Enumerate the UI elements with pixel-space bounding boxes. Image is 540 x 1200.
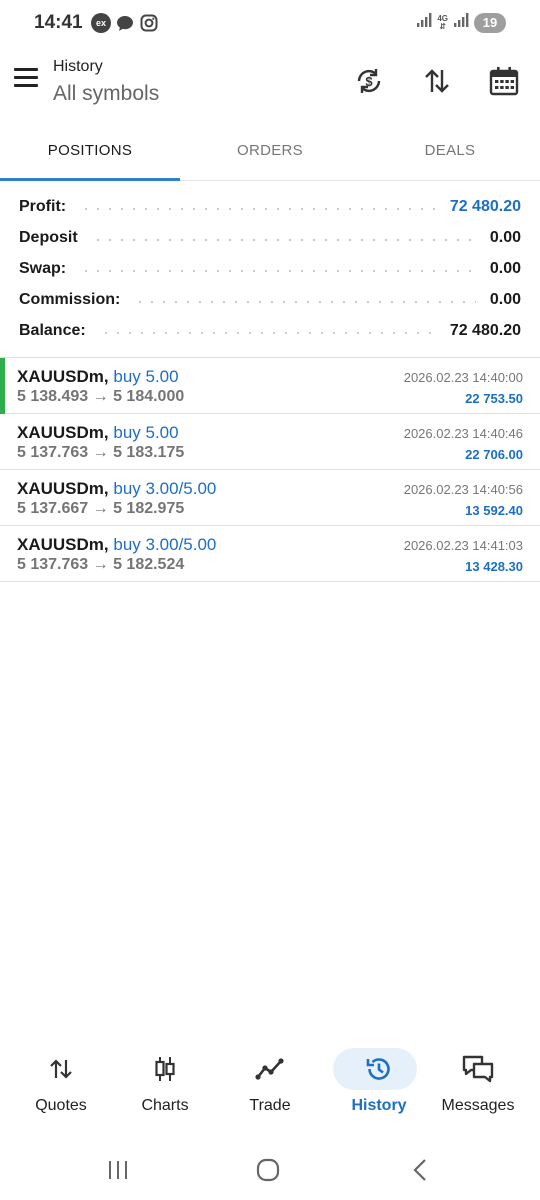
deal-profit: 22 753.50: [465, 391, 523, 406]
deal-symbol-line: XAUUSDm, buy 5.00: [17, 423, 179, 443]
home-icon[interactable]: [248, 1156, 288, 1184]
tab-positions[interactable]: POSITIONS: [0, 120, 180, 181]
back-icon[interactable]: [400, 1156, 440, 1184]
bottom-navigation: Quotes Charts Trade History Messages: [0, 1040, 540, 1130]
deal-symbol: XAUUSDm,: [17, 423, 109, 442]
profit-label: Profit:: [19, 198, 67, 216]
deal-symbol: XAUUSDm,: [17, 367, 109, 386]
deal-symbol-line: XAUUSDm, buy 3.00/5.00: [17, 479, 216, 499]
deal-time: 2026.02.23 14:40:00: [403, 370, 523, 385]
system-navigation: [0, 1140, 540, 1200]
nav-history[interactable]: History: [325, 1040, 433, 1130]
balance-label: Balance:: [19, 321, 86, 339]
network-type-label: 4G: [437, 13, 448, 23]
deal-prices: 5 137.667 → 5 182.975: [17, 500, 185, 517]
menu-icon[interactable]: [12, 68, 40, 94]
nav-charts[interactable]: Charts: [111, 1040, 219, 1130]
trade-line-icon: [216, 1054, 324, 1084]
dot-leader: [80, 208, 436, 211]
recent-apps-icon[interactable]: [98, 1156, 138, 1184]
instagram-notification-icon: [140, 14, 158, 37]
deal-type: buy 3.00/5.00: [113, 535, 217, 554]
deal-symbol-line: XAUUSDm, buy 5.00: [17, 367, 179, 387]
summary-profit-row: Profit: 72 480.20: [0, 192, 540, 223]
nav-label-quotes: Quotes: [35, 1097, 87, 1114]
deal-symbol: XAUUSDm,: [17, 479, 109, 498]
deal-type: buy 5.00: [113, 367, 179, 386]
nav-label-messages: Messages: [441, 1097, 515, 1114]
balance-value: 72 480.20: [449, 321, 521, 339]
summary-swap-row: Swap: 0.00: [0, 254, 540, 285]
nav-label-charts: Charts: [141, 1097, 189, 1114]
deal-profit: 22 706.00: [465, 447, 523, 462]
svg-text:$: $: [365, 74, 373, 89]
status-bar: 14:41 ex 4G ⇵ 19: [0, 0, 540, 46]
deal-time: 2026.02.23 14:40:46: [403, 426, 523, 441]
deal-prices: 5 137.763 → 5 183.175: [17, 444, 185, 461]
history-tabs: POSITIONS ORDERS DEALS: [0, 120, 540, 181]
signal-icon: [416, 12, 432, 33]
deal-prices: 5 137.763 → 5 182.524: [17, 556, 185, 573]
dot-leader: [134, 300, 476, 303]
dot-leader: [80, 269, 476, 272]
deal-symbol: XAUUSDm,: [17, 535, 109, 554]
nav-label-trade: Trade: [249, 1097, 291, 1114]
positions-list: XAUUSDm, buy 5.00 5 138.493 → 5 184.000 …: [0, 358, 540, 582]
list-item[interactable]: XAUUSDm, buy 5.00 5 137.763 → 5 183.175 …: [0, 414, 540, 470]
profit-value: 72 480.20: [449, 198, 521, 216]
deal-profit: 13 592.40: [465, 503, 523, 518]
tab-deals[interactable]: DEALS: [360, 120, 540, 181]
list-item[interactable]: XAUUSDm, buy 3.00/5.00 5 137.763 → 5 182…: [0, 526, 540, 582]
nav-messages[interactable]: Messages: [424, 1040, 532, 1130]
currency-exchange-icon[interactable]: $: [352, 64, 386, 98]
deal-profit: 13 428.30: [465, 559, 523, 574]
app-header: History All symbols $: [0, 46, 540, 120]
swap-label: Swap:: [19, 259, 67, 277]
active-tab-indicator: [0, 178, 180, 181]
tab-orders[interactable]: ORDERS: [180, 120, 360, 181]
nav-trade[interactable]: Trade: [216, 1040, 324, 1130]
summary-commission-row: Commission: 0.00: [0, 284, 540, 315]
ex-app-notification-icon: ex: [91, 13, 111, 33]
quotes-icon: [7, 1054, 115, 1084]
deal-type: buy 5.00: [113, 423, 179, 442]
list-item[interactable]: XAUUSDm, buy 3.00/5.00 5 137.667 → 5 182…: [0, 470, 540, 526]
commission-value: 0.00: [489, 290, 521, 308]
deal-time: 2026.02.23 14:40:56: [403, 482, 523, 497]
chat-notification-icon: [116, 15, 134, 37]
sort-icon[interactable]: [420, 64, 454, 98]
candlestick-icon: [111, 1054, 219, 1084]
summary-balance-row: Balance: 72 480.20: [0, 315, 540, 346]
deal-type: buy 3.00/5.00: [113, 479, 217, 498]
page-title: History: [53, 58, 103, 75]
signal-icon-2: [453, 12, 469, 33]
swap-value: 0.00: [489, 259, 521, 277]
history-icon: [325, 1054, 433, 1084]
account-summary: Profit: 72 480.20 Deposit 0.00 Swap: 0.0…: [0, 192, 540, 346]
dot-leader: [91, 239, 476, 242]
deal-time: 2026.02.23 14:41:03: [403, 538, 523, 553]
dot-leader: [99, 331, 436, 334]
summary-deposit-row: Deposit 0.00: [0, 223, 540, 254]
calendar-icon[interactable]: [487, 64, 521, 98]
battery-icon: 19: [474, 12, 506, 33]
list-item[interactable]: XAUUSDm, buy 5.00 5 138.493 → 5 184.000 …: [0, 358, 540, 414]
deposit-label: Deposit: [19, 229, 78, 247]
commission-label: Commission:: [19, 290, 121, 308]
network-4g-icon: 4G ⇵: [437, 13, 448, 31]
deal-prices: 5 138.493 → 5 184.000: [17, 388, 185, 405]
status-time: 14:41: [34, 12, 83, 33]
deal-symbol-line: XAUUSDm, buy 3.00/5.00: [17, 535, 216, 555]
messages-icon: [424, 1054, 532, 1084]
nav-label-history: History: [351, 1097, 407, 1114]
deposit-value: 0.00: [489, 229, 521, 247]
symbol-filter[interactable]: All symbols: [53, 82, 159, 106]
nav-quotes[interactable]: Quotes: [7, 1040, 115, 1130]
